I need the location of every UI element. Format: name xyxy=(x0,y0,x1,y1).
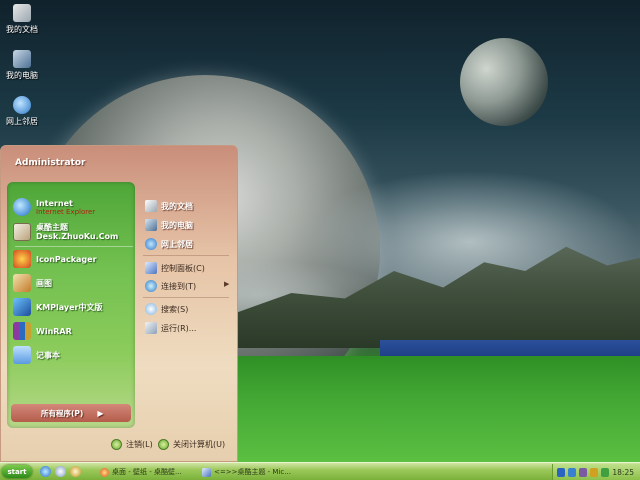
recent-item-label: 记事本 xyxy=(36,350,60,360)
kmplayer-icon xyxy=(13,298,31,316)
all-programs-button[interactable]: 所有程序(P) ▶ xyxy=(11,404,131,422)
places-item-my-computer[interactable]: 我的电脑 xyxy=(145,219,193,231)
desktop-icon-my-computer[interactable]: 我的电脑 xyxy=(2,50,42,81)
start-menu-footer: 注销(L) 关闭计算机(U) xyxy=(1,431,237,461)
all-programs-label: 所有程序(P) xyxy=(41,408,84,418)
paint-icon xyxy=(13,274,31,292)
desktop-icon-network-places[interactable]: 网上邻居 xyxy=(2,96,42,127)
start-button-label: start xyxy=(7,467,27,476)
winrar-icon xyxy=(13,322,31,340)
wallpaper-small-moon xyxy=(460,38,548,126)
tray-expand-icon[interactable] xyxy=(557,467,566,477)
shutdown-label: 关闭计算机(U) xyxy=(173,440,226,449)
control-panel-icon xyxy=(145,262,157,274)
tools-item-run[interactable]: 运行(R)... xyxy=(145,322,196,334)
browser-icon xyxy=(100,467,109,477)
my-documents-icon xyxy=(145,200,157,212)
run-icon xyxy=(145,322,157,334)
start-menu-user-name: Administrator xyxy=(15,158,86,168)
pinned-item-subtitle: Desk.ZhuoKu.Com xyxy=(36,232,119,241)
taskbar: start 桌面 - 壁纸 - 桌酷壁... <=>>桌酷主题 - Mic...… xyxy=(0,462,640,480)
internet-explorer-icon xyxy=(13,198,31,216)
chevron-right-icon: ▶ xyxy=(224,280,230,288)
network-tray-icon[interactable] xyxy=(568,467,577,477)
recent-item-label: WinRAR xyxy=(36,326,72,336)
internet-explorer-quicklaunch-icon[interactable] xyxy=(40,466,51,477)
tools-item-search[interactable]: 搜索(S) xyxy=(145,303,188,315)
recent-item-label: IconPackager xyxy=(36,254,97,264)
log-off-button[interactable]: 注销(L) xyxy=(111,439,153,450)
recent-item-label: KMPlayer中文版 xyxy=(36,302,103,312)
settings-item-label: 连接到(T) xyxy=(161,281,197,291)
recent-item-iconpackager[interactable]: IconPackager xyxy=(13,250,133,268)
update-tray-icon[interactable] xyxy=(601,467,610,477)
menu-divider xyxy=(15,246,133,247)
desktop-icon-label: 我的电脑 xyxy=(6,71,38,80)
desktop-icon-label: 网上邻居 xyxy=(6,117,38,126)
settings-item-connect-to[interactable]: 连接到(T) xyxy=(145,280,196,292)
places-item-label: 我的电脑 xyxy=(161,220,193,230)
pinned-item-title: Internet xyxy=(36,198,73,208)
system-tray: 18:25 xyxy=(552,464,640,480)
network-places-icon xyxy=(145,238,157,250)
pinned-item-title: 桌酷主题 xyxy=(36,223,68,232)
taskbar-button-theme[interactable]: <=>>桌酷主题 - Mic... xyxy=(198,465,298,479)
network-places-icon xyxy=(13,96,31,114)
my-documents-icon xyxy=(13,4,31,22)
places-item-my-documents[interactable]: 我的文档 xyxy=(145,200,193,212)
window-icon xyxy=(202,467,211,477)
taskbar-button-label: <=>>桌酷主题 - Mic... xyxy=(214,468,291,476)
recent-item-paint[interactable]: 画图 xyxy=(13,274,133,292)
shutdown-button[interactable]: 关闭计算机(U) xyxy=(158,439,225,450)
security-tray-icon[interactable] xyxy=(590,467,599,477)
zhuoku-theme-icon xyxy=(13,223,31,241)
desktop-icon-label: 我的文档 xyxy=(6,25,38,34)
my-computer-icon xyxy=(145,219,157,231)
menu-divider xyxy=(143,255,229,256)
clock[interactable]: 18:25 xyxy=(612,468,634,477)
show-desktop-icon[interactable] xyxy=(55,466,66,477)
taskbar-button-label: 桌面 - 壁纸 - 桌酷壁... xyxy=(112,468,182,476)
log-off-label: 注销(L) xyxy=(126,440,153,449)
iconpackager-icon xyxy=(13,250,31,268)
pinned-item-subtitle: Internet Explorer xyxy=(36,207,96,216)
start-button[interactable]: start xyxy=(2,465,32,478)
search-icon xyxy=(145,303,157,315)
desktop-icon-my-documents[interactable]: 我的文档 xyxy=(2,4,42,35)
taskbar-button-browser[interactable]: 桌面 - 壁纸 - 桌酷壁... xyxy=(96,465,196,479)
connect-to-icon xyxy=(145,280,157,292)
chevron-right-icon: ▶ xyxy=(97,408,104,418)
settings-item-label: 控制面板(C) xyxy=(161,263,205,273)
log-off-icon xyxy=(111,439,122,450)
recent-item-notepad[interactable]: 记事本 xyxy=(13,346,133,364)
pinned-item-zhuoku[interactable]: 桌酷主题 Desk.ZhuoKu.Com xyxy=(13,223,133,241)
volume-tray-icon[interactable] xyxy=(579,467,588,477)
tools-item-label: 运行(R)... xyxy=(161,323,197,333)
recent-item-winrar[interactable]: WinRAR xyxy=(13,322,133,340)
menu-divider xyxy=(143,297,229,298)
media-player-icon[interactable] xyxy=(70,466,81,477)
notepad-icon xyxy=(13,346,31,364)
settings-item-control-panel[interactable]: 控制面板(C) xyxy=(145,262,205,274)
power-icon xyxy=(158,439,169,450)
recent-item-kmplayer[interactable]: KMPlayer中文版 xyxy=(13,298,133,316)
start-menu-programs-panel: Internet Internet Explorer 桌酷主题 Desk.Zhu… xyxy=(7,182,135,428)
pinned-item-internet[interactable]: Internet Internet Explorer xyxy=(13,198,133,216)
places-item-label: 我的文档 xyxy=(161,201,193,211)
places-item-label: 网上邻居 xyxy=(161,239,193,249)
places-item-network[interactable]: 网上邻居 xyxy=(145,238,193,250)
recent-item-label: 画图 xyxy=(36,278,52,288)
tools-item-label: 搜索(S) xyxy=(161,304,189,314)
start-menu: Administrator Internet Internet Explorer… xyxy=(0,145,238,462)
my-computer-icon xyxy=(13,50,31,68)
